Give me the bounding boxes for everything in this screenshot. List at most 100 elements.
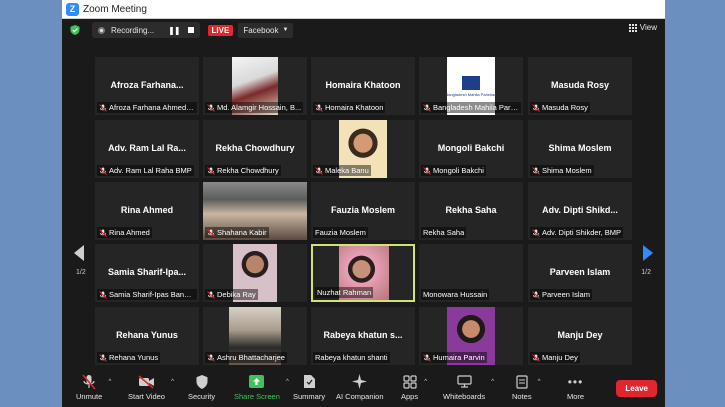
muted-mic-icon <box>532 290 540 299</box>
participant-name-label: Mongoli Bakchi <box>421 165 486 176</box>
muted-mic-icon <box>207 228 215 237</box>
participant-display-name: Adv. Ram Lal Ra... <box>108 143 186 153</box>
unmute-label: Unmute <box>76 392 103 401</box>
stop-recording-icon[interactable] <box>187 27 194 33</box>
record-dot-icon <box>98 26 105 34</box>
participant-tile[interactable]: Adv. Dipti Shikd... Adv. Dipti Shikder, B… <box>528 182 632 240</box>
participant-tile[interactable]: Md. Alamgir Hossain, B... <box>203 57 307 115</box>
participant-tile[interactable]: Rabeya khatun s... Rabeya khatun shanti <box>311 307 415 365</box>
participant-tile[interactable]: Parveen Islam Parveen Islam <box>528 244 632 302</box>
apps-label: Apps <box>401 392 419 401</box>
participant-tile[interactable]: Shima Moslem Shima Moslem <box>528 120 632 178</box>
ai-companion-label: AI Companion <box>336 392 384 401</box>
muted-mic-icon <box>532 228 540 237</box>
muted-mic-icon <box>423 103 431 112</box>
next-page-arrow-icon[interactable] <box>643 245 653 261</box>
muted-mic-icon <box>99 353 107 362</box>
participant-display-name: Rina Ahmed <box>120 205 174 215</box>
view-button[interactable]: View <box>628 23 657 32</box>
whiteboard-icon <box>456 375 472 388</box>
participant-name-label: Adv. Dipti Shikder, BMP <box>530 227 624 238</box>
participant-display-name: Rabeya khatun s... <box>323 330 403 340</box>
participant-tile[interactable]: Manju Dey Manju Dey <box>528 307 632 365</box>
unmute-button[interactable]: Unmute ^ <box>76 373 111 401</box>
participant-tile[interactable]: Rekha Saha Rekha Saha <box>419 182 523 240</box>
summary-document-icon <box>303 375 315 388</box>
participant-tile[interactable]: Ashru Bhattacharjee <box>203 307 307 365</box>
participant-name-label: Ashru Bhattacharjee <box>205 352 287 363</box>
participant-name-text: Samia Sharif-Ipas Bangl... <box>109 290 195 299</box>
participant-name-label: Rabeya khatun shanti <box>313 352 390 363</box>
live-badge[interactable]: LIVE <box>207 24 234 36</box>
summary-label: Summary <box>293 392 326 401</box>
participant-display-name: Shima Moslem <box>548 143 612 153</box>
chevron-up-icon[interactable]: ^ <box>424 379 427 385</box>
start-video-button[interactable]: Start Video ^ <box>128 373 174 401</box>
chevron-up-icon[interactable]: ^ <box>108 379 111 385</box>
participant-name-text: Ashru Bhattacharjee <box>217 353 285 362</box>
more-button[interactable]: ••• More <box>567 373 584 402</box>
apps-button[interactable]: Apps ^ <box>401 373 427 401</box>
video-off-icon <box>138 374 154 389</box>
participant-tile[interactable]: Adv. Ram Lal Ra... Adv. Ram Lal Raha BMP <box>95 120 199 178</box>
participant-name-text: Rekha Saha <box>423 228 465 237</box>
chevron-up-icon[interactable]: ^ <box>491 379 494 385</box>
participant-tile[interactable]: Rehana Yunus Rehana Yunus <box>95 307 199 365</box>
participant-display-name: Afroza Farhana... <box>110 80 184 90</box>
participant-tile[interactable]: Monowara Hussain <box>419 244 523 302</box>
participant-display-name: Rehana Yunus <box>116 330 178 340</box>
stream-target-dropdown[interactable]: Facebook ▼ <box>238 22 294 38</box>
participant-name-label: Homaira Khatoon <box>313 102 386 113</box>
whiteboards-button[interactable]: Whiteboards ^ <box>443 373 494 401</box>
participant-name-text: Shahana Kabir <box>217 228 267 237</box>
chevron-up-icon[interactable]: ^ <box>538 379 541 385</box>
participant-tile[interactable]: Masuda Rosy Masuda Rosy <box>528 57 632 115</box>
leave-button[interactable]: Leave <box>616 380 657 397</box>
muted-mic-icon <box>99 103 107 112</box>
whiteboards-label: Whiteboards <box>443 392 486 401</box>
share-screen-button[interactable]: Share Screen ^ <box>234 373 289 401</box>
participant-tile[interactable]: Afroza Farhana... Afroza Farhana Ahmed (.… <box>95 57 199 115</box>
security-shield-icon <box>196 374 208 389</box>
participant-tile[interactable]: Mongoli Bakchi Mongoli Bakchi <box>419 120 523 178</box>
chevron-up-icon[interactable]: ^ <box>286 379 289 385</box>
participant-tile[interactable]: Rekha Chowdhury Rekha Chowdhury <box>203 120 307 178</box>
participant-tile[interactable]: Samia Sharif-Ipa... Samia Sharif-Ipas Ban… <box>95 244 199 302</box>
meeting-toolbar: Unmute ^ Start Video ^ Security Share Sc… <box>62 369 665 407</box>
ai-sparkle-icon <box>352 374 368 389</box>
page-indicator-left: 1/2 <box>76 269 86 276</box>
participant-tile[interactable]: Homaira Khatoon Homaira Khatoon <box>311 57 415 115</box>
ai-companion-button[interactable]: AI Companion <box>336 373 384 401</box>
participant-name-label: Adv. Ram Lal Raha BMP <box>97 165 194 176</box>
summary-button[interactable]: Summary <box>293 373 325 401</box>
encryption-shield-icon[interactable] <box>70 25 80 35</box>
participant-name-text: Mongoli Bakchi <box>433 166 484 175</box>
participant-tile[interactable]: Humaira Parvin <box>419 307 523 365</box>
participant-name-label: Shima Moslem <box>530 165 594 176</box>
pause-recording-icon[interactable]: ❚❚ <box>168 26 180 35</box>
muted-mic-icon <box>99 290 107 299</box>
participant-tile[interactable]: Shahana Kabir <box>203 182 307 240</box>
participant-tile[interactable]: Fauzia Moslem Fauzia Moslem <box>311 182 415 240</box>
participant-name-text: Manju Dey <box>542 353 578 362</box>
notes-icon <box>516 374 528 389</box>
notes-button[interactable]: Notes ^ <box>512 373 541 401</box>
muted-mic-icon <box>315 103 323 112</box>
participant-tile[interactable]: Nuzhat Rahman <box>311 244 415 302</box>
participant-name-label: Nuzhat Rahman <box>315 287 374 298</box>
participant-tile[interactable]: Rina Ahmed Rina Ahmed <box>95 182 199 240</box>
security-button[interactable]: Security <box>188 373 215 401</box>
apps-grid-icon <box>402 374 417 389</box>
previous-page-arrow-icon[interactable] <box>74 245 84 261</box>
participant-name-label: Shahana Kabir <box>205 227 269 238</box>
participant-name-label: Md. Alamgir Hossain, B... <box>205 102 304 113</box>
window-title: Zoom Meeting <box>83 3 147 15</box>
participant-tile[interactable]: Debika Ray <box>203 244 307 302</box>
participant-name-label: Bangladesh Mahila Paris... <box>421 102 521 113</box>
chevron-up-icon[interactable]: ^ <box>171 379 174 385</box>
participant-display-name: Homaira Khatoon <box>325 80 401 90</box>
participant-tile[interactable]: Maleka Banu <box>311 120 415 178</box>
participant-name-text: Rehana Yunus <box>109 353 159 362</box>
participant-tile[interactable]: Bangladesh Mahila Parishad Bangladesh Mah… <box>419 57 523 115</box>
participant-name-text: Rina Ahmed <box>109 228 150 237</box>
